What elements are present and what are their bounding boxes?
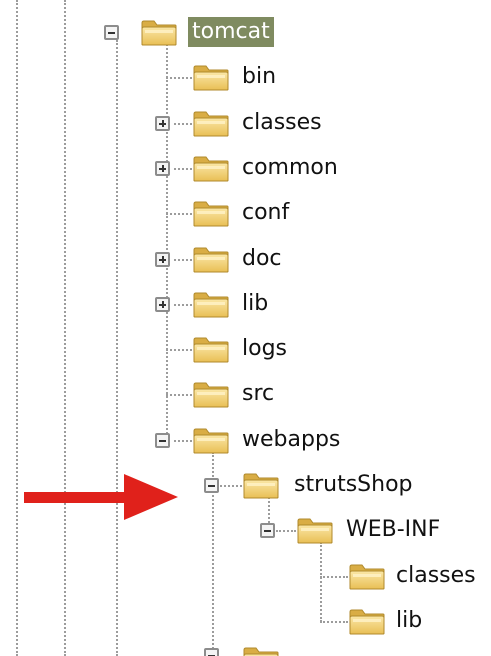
tree-node-label: strutsShop bbox=[294, 472, 413, 497]
folder-icon bbox=[192, 289, 230, 319]
folder-icon bbox=[242, 644, 280, 656]
tree-node-common[interactable]: common bbox=[0, 148, 491, 188]
tree-node-label: lib bbox=[242, 291, 269, 316]
tree-node-label: classes bbox=[242, 110, 322, 135]
tree-node-webinf-lib[interactable]: lib bbox=[0, 601, 491, 641]
tree-node-label: common bbox=[242, 155, 338, 180]
folder-icon bbox=[348, 606, 386, 636]
tree-node-doc[interactable]: doc bbox=[0, 239, 491, 279]
tree-node-label: lib bbox=[396, 608, 423, 633]
tree-node-conf[interactable]: conf bbox=[0, 193, 491, 233]
tree-node-label: src bbox=[242, 381, 275, 406]
tree-node-logs[interactable]: logs bbox=[0, 329, 491, 369]
folder-open-icon bbox=[192, 425, 230, 455]
tree-node-webapps[interactable]: webapps bbox=[0, 420, 491, 460]
red-arrow-icon bbox=[24, 474, 178, 520]
collapse-toggle-icon[interactable] bbox=[155, 433, 170, 448]
folder-icon bbox=[192, 108, 230, 138]
collapse-toggle-icon[interactable] bbox=[204, 478, 219, 493]
folder-icon bbox=[192, 198, 230, 228]
folder-tree: tomcat bin classes common conf doc lib l… bbox=[0, 0, 491, 656]
tree-node-label: tomcat bbox=[188, 17, 274, 47]
folder-icon bbox=[192, 153, 230, 183]
collapse-toggle-icon[interactable] bbox=[204, 648, 219, 656]
tree-node-src[interactable]: src bbox=[0, 374, 491, 414]
folder-open-icon bbox=[242, 470, 280, 500]
collapse-toggle-icon[interactable] bbox=[260, 523, 275, 538]
tree-node-label: conf bbox=[242, 200, 290, 225]
folder-icon bbox=[192, 62, 230, 92]
tree-node-classes[interactable]: classes bbox=[0, 103, 491, 143]
expand-toggle-icon[interactable] bbox=[155, 116, 170, 131]
tree-node-lib[interactable]: lib bbox=[0, 284, 491, 324]
tree-node-partial[interactable] bbox=[0, 640, 491, 656]
tree-node-label: classes bbox=[396, 563, 476, 588]
folder-icon bbox=[192, 379, 230, 409]
folder-icon bbox=[192, 244, 230, 274]
tree-node-label: bin bbox=[242, 64, 277, 89]
expand-toggle-icon[interactable] bbox=[155, 161, 170, 176]
tree-node-label: logs bbox=[242, 336, 287, 361]
expand-toggle-icon[interactable] bbox=[155, 252, 170, 267]
tree-node-label: doc bbox=[242, 246, 282, 271]
tree-node-tomcat[interactable]: tomcat bbox=[0, 12, 491, 52]
folder-open-icon bbox=[296, 515, 334, 545]
tree-node-bin[interactable]: bin bbox=[0, 57, 491, 97]
folder-icon bbox=[192, 334, 230, 364]
tree-node-label: WEB-INF bbox=[346, 517, 441, 542]
expand-toggle-icon[interactable] bbox=[155, 297, 170, 312]
folder-open-icon bbox=[140, 17, 178, 47]
folder-icon bbox=[348, 561, 386, 591]
tree-node-label: webapps bbox=[242, 427, 341, 452]
collapse-toggle-icon[interactable] bbox=[104, 25, 119, 40]
tree-node-webinf-classes[interactable]: classes bbox=[0, 556, 491, 596]
